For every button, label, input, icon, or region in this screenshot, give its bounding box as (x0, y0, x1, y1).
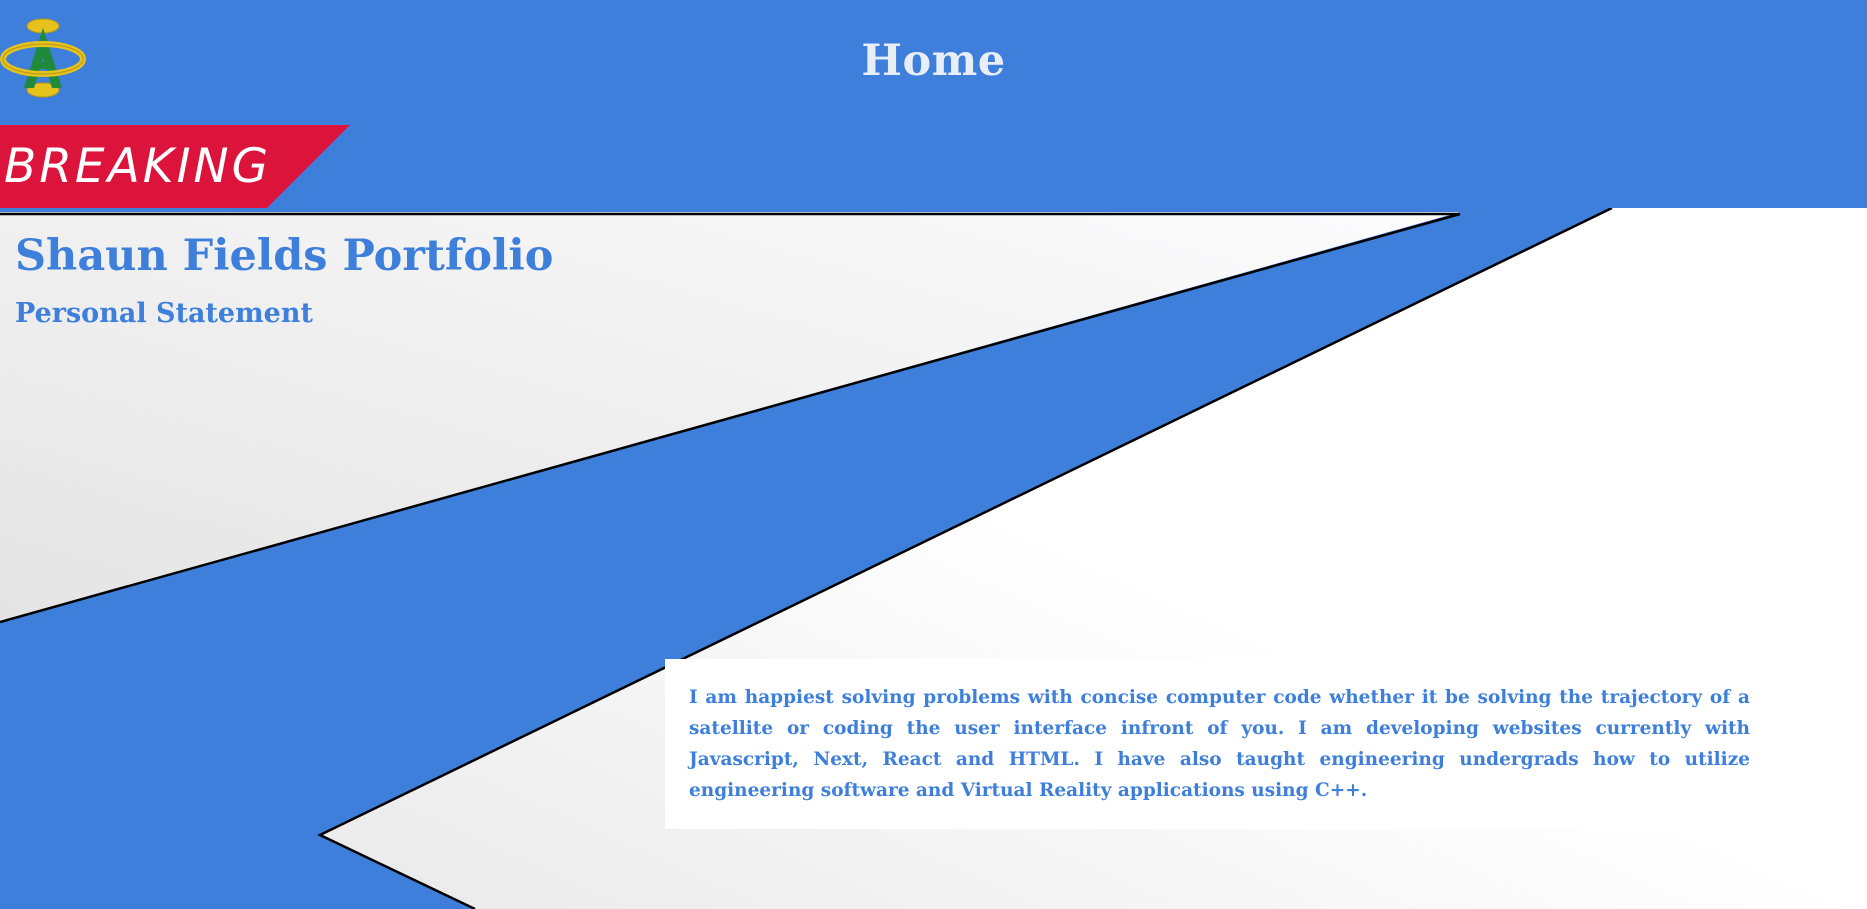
breaking-label: BREAKING (4, 139, 272, 194)
nav-home-link[interactable]: Home (0, 36, 1867, 86)
page: Home BREAKING Shaun Fields Portfolio Per… (0, 0, 1867, 909)
personal-statement-text: I am happiest solving problems with conc… (689, 687, 1750, 801)
header-bar: Home BREAKING (0, 0, 1867, 208)
section-heading: Personal Statement (15, 298, 313, 329)
page-title: Shaun Fields Portfolio (15, 231, 554, 281)
personal-statement-card: I am happiest solving problems with conc… (665, 659, 1775, 829)
